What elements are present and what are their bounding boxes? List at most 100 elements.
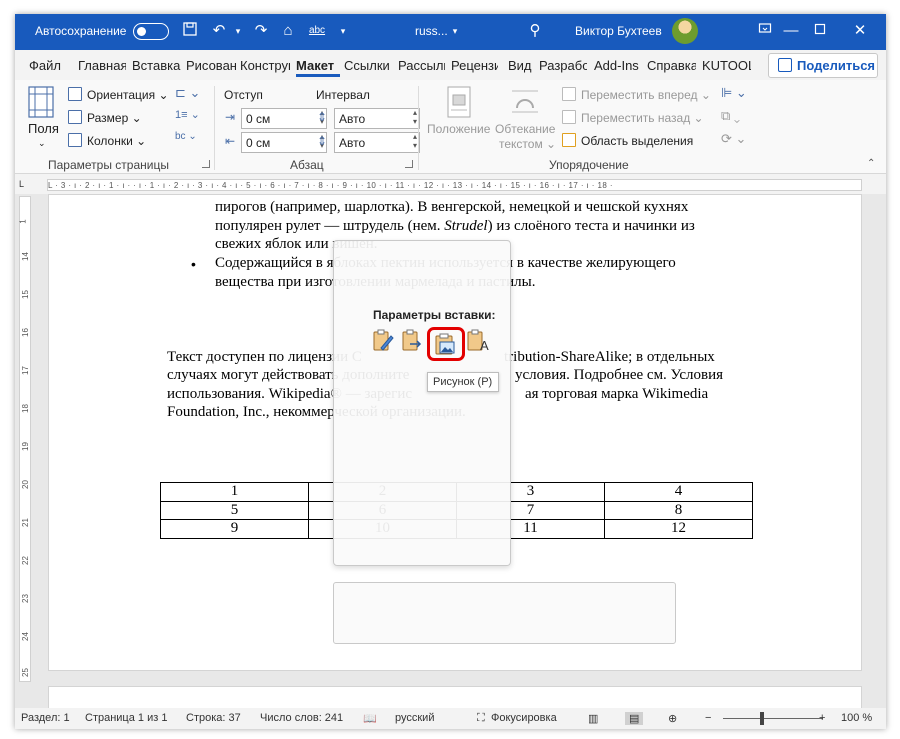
touch-mode-icon[interactable]: ⌂ (278, 21, 298, 41)
spacing-after-input[interactable]: Авто (334, 132, 420, 153)
line-numbers-icon[interactable]: 1≡ ⌄ (175, 108, 200, 121)
position-icon (446, 86, 476, 118)
focus-button[interactable]: Фокусировка (491, 712, 557, 724)
tab-developer[interactable]: Разработчик (539, 58, 587, 73)
share-button[interactable]: Поделиться (768, 53, 878, 78)
tab-view[interactable]: Вид (508, 58, 532, 73)
table-cell[interactable]: 8 (604, 500, 753, 520)
collapse-ribbon-icon[interactable]: ⌃ (867, 158, 875, 169)
hyphenation-icon[interactable]: bc ⌄ (175, 131, 197, 142)
tab-references[interactable]: Ссылки (344, 58, 390, 73)
spacing-before-input[interactable]: Авто (334, 108, 420, 129)
line-indicator[interactable]: Строка: 37 (186, 712, 241, 724)
print-layout-icon[interactable]: ▤ (625, 712, 644, 725)
table-cell[interactable]: 9 (160, 519, 309, 539)
page-indicator[interactable]: Страница 1 из 1 (85, 712, 167, 724)
rotate-icon[interactable]: ⟳ ⌄ (721, 131, 746, 147)
doc-line: ая торговая марка Wikimedia (525, 386, 709, 402)
orientation-button[interactable]: Ориентация ⌄ (87, 88, 169, 102)
selection-pane-icon (562, 133, 576, 147)
restore-icon[interactable] (810, 21, 830, 41)
tab-layout[interactable]: Макет (296, 58, 340, 77)
focus-icon[interactable]: ⛶ (477, 712, 485, 725)
doc-line: пирогов (например, шарлотка). В венгерск… (215, 199, 689, 215)
tab-help[interactable]: Справка (647, 58, 696, 73)
doc-name-dropdown-icon[interactable]: ▾ (445, 21, 465, 41)
table-cell[interactable]: 4 (604, 482, 753, 502)
position-button[interactable]: Положение (427, 122, 490, 136)
document-name[interactable]: russ... (415, 24, 448, 38)
zoom-in-button[interactable]: + (819, 712, 825, 724)
user-avatar[interactable] (672, 18, 698, 44)
zoom-out-button[interactable]: − (705, 712, 711, 724)
user-name[interactable]: Виктор Бухтеев (575, 24, 662, 38)
spelling-icon[interactable]: abc (307, 21, 327, 41)
tab-draw[interactable]: Рисование (186, 58, 236, 73)
zoom-level[interactable]: 100 % (841, 712, 872, 724)
wrap-text-icon (510, 86, 540, 116)
indent-right-input[interactable]: 0 см (241, 132, 327, 153)
secondary-popup (333, 582, 676, 644)
selection-pane-button[interactable]: Область выделения (581, 134, 693, 148)
columns-button[interactable]: Колонки ⌄ (87, 134, 146, 148)
web-layout-icon[interactable]: ⊕ (668, 712, 677, 725)
tab-mailings[interactable]: Рассылки (398, 58, 445, 73)
size-icon (68, 110, 82, 124)
tab-addins[interactable]: Add-Ins (594, 58, 642, 73)
margins-button[interactable]: Поля (28, 121, 59, 136)
redo-icon[interactable]: ↷ (251, 21, 271, 41)
horizontal-ruler[interactable]: L L · 3 · ı · 2 · ı · 1 · ı · · ı · 1 · … (15, 175, 886, 194)
vertical-ruler: 1 14 15 16 17 18 19 20 21 22 23 24 25 (19, 196, 31, 682)
tab-selector-icon[interactable]: L (19, 179, 29, 189)
align-icon[interactable]: ⊫ ⌄ (721, 85, 747, 101)
language-indicator[interactable]: русский (395, 712, 434, 724)
paste-picture-tooltip: Рисунок (Р) (427, 372, 499, 392)
indent-left-input[interactable]: 0 см (241, 108, 327, 129)
page-setup-dialog-launcher[interactable] (202, 160, 210, 168)
table-cell[interactable]: 1 (160, 482, 309, 502)
save-icon[interactable] (180, 21, 200, 41)
wrap-text-button-line2[interactable]: текстом ⌄ (499, 137, 556, 151)
ribbon-separator (214, 86, 215, 170)
section-indicator[interactable]: Раздел: 1 (21, 712, 70, 724)
table-cell[interactable]: 5 (160, 500, 309, 520)
close-icon[interactable]: ✕ (850, 21, 870, 41)
zoom-slider-thumb[interactable] (760, 712, 764, 725)
margins-dropdown-icon[interactable]: ⌄ (38, 138, 46, 149)
group-icon[interactable]: ⧉ ⌄ (721, 108, 740, 124)
tab-file[interactable]: Файл (29, 58, 63, 73)
tab-design[interactable]: Конструктор (240, 58, 290, 73)
read-mode-icon[interactable]: ▥ (588, 712, 598, 725)
table-cell[interactable]: 12 (604, 519, 753, 539)
next-page[interactable] (48, 686, 862, 708)
undo-icon[interactable]: ↶ (209, 21, 229, 41)
share-icon (778, 58, 792, 72)
breaks-icon[interactable]: ⊏ ⌄ (175, 85, 200, 101)
paste-merge-formatting-icon[interactable] (400, 328, 424, 354)
proofing-icon[interactable]: 📖 (363, 712, 377, 725)
paragraph-group-label: Абзац (290, 158, 324, 172)
word-count[interactable]: Число слов: 241 (260, 712, 343, 724)
tab-home[interactable]: Главная (78, 58, 126, 73)
size-button[interactable]: Размер ⌄ (87, 111, 142, 125)
tab-insert[interactable]: Вставка (132, 58, 182, 73)
send-backward-button[interactable]: Переместить назад ⌄ (581, 111, 704, 125)
minimize-icon[interactable]: — (781, 21, 801, 41)
spacing-label: Интервал (316, 88, 370, 102)
bring-forward-icon (562, 87, 576, 101)
wrap-text-button[interactable]: Обтекание (495, 122, 555, 136)
paragraph-dialog-launcher[interactable] (405, 160, 413, 168)
tab-review[interactable]: Рецензирование (451, 58, 498, 73)
paste-keep-source-formatting-icon[interactable] (371, 328, 395, 354)
zoom-slider[interactable] (723, 718, 823, 719)
undo-dropdown-icon[interactable]: ▾ (228, 21, 248, 41)
ribbon-display-options-icon[interactable] (755, 21, 775, 41)
send-backward-icon (562, 110, 576, 124)
autosave-toggle[interactable] (133, 23, 169, 40)
bring-forward-button[interactable]: Переместить вперед ⌄ (581, 88, 711, 102)
tab-kutools[interactable]: KUTOOLS (702, 58, 751, 73)
paste-text-only-icon[interactable]: A (466, 328, 490, 354)
customize-toolbar-icon[interactable]: ▾ (333, 21, 353, 41)
search-icon[interactable]: ⚲ (525, 21, 545, 41)
margins-icon[interactable] (27, 86, 57, 118)
